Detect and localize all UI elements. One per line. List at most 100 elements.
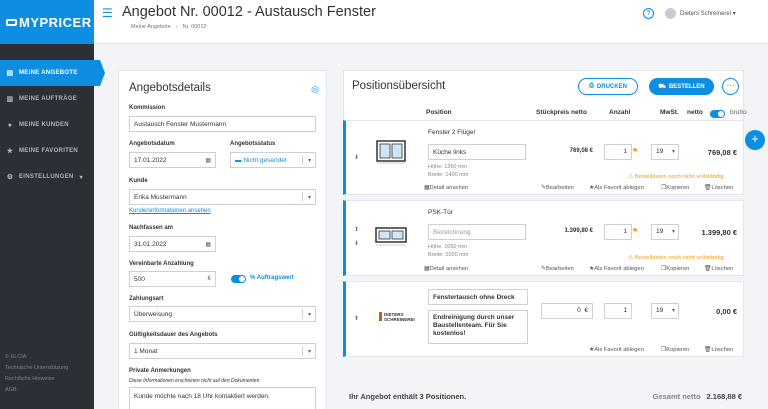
anzahlung-label: Vereinbarte Anzahlung	[129, 261, 194, 267]
flag-icon: ⚑	[632, 228, 639, 235]
delete-label: Löschen	[711, 266, 734, 272]
sidebar-item-label: MEINE ANGEBOTE	[19, 70, 78, 76]
position-desc-input[interactable]: Endreinigung durch unser Baustellenteam.…	[428, 310, 528, 344]
order-label: BESTELLEN	[668, 83, 705, 90]
sidebar-item-auftraege[interactable]: ▥ MEINE AUFTRÄGE	[0, 86, 94, 112]
eye-off-icon[interactable]: ◎	[311, 84, 319, 95]
help-icon[interactable]: ?	[643, 8, 654, 19]
user-name: Dieters Schreinerei	[680, 11, 732, 17]
arrow-up-icon[interactable]: ⬆	[354, 226, 359, 233]
support-link[interactable]: Technische Unterstützung	[5, 363, 68, 374]
netto-brutto-toggle[interactable]	[710, 110, 725, 118]
copy-label: Kopieren	[666, 266, 690, 272]
favorite-label: Als Favorit ablegen	[594, 185, 644, 191]
copy-label: Kopieren	[666, 347, 690, 353]
position-vat-select[interactable]: 19 ▾	[651, 303, 679, 319]
position-height: Höhe: 1350 mm	[428, 164, 468, 170]
positions-title: Positionsübersicht	[352, 80, 446, 92]
incomplete-warning: ⚠ Bestelldaten noch nicht vollständig	[628, 174, 724, 180]
more-options-icon[interactable]: ···	[722, 78, 739, 95]
breadcrumb-angebote[interactable]: Meine Angebote	[131, 24, 171, 30]
chevron-down-icon: ▾	[671, 229, 675, 235]
kunde-info-link[interactable]: Kundeninformationen ansehen	[129, 208, 211, 214]
status-select[interactable]: ▬ Nicht gesendet ▾	[230, 152, 316, 168]
arrow-down-icon[interactable]: ⬇	[354, 240, 359, 247]
detail-link[interactable]: ▦ Detail ansehen	[424, 185, 468, 191]
calendar-icon[interactable]: ▦	[205, 157, 211, 164]
datum-input[interactable]: 17.01.2022 ▦	[129, 152, 216, 168]
print-button[interactable]: ⎙ DRUCKEN	[578, 78, 638, 95]
position-title-input[interactable]: Fenstertausch ohne Dreck	[428, 289, 528, 305]
favorite-link[interactable]: ★ Als Favorit ablegen	[589, 185, 644, 191]
calendar-icon[interactable]: ▦	[205, 241, 211, 248]
position-width: Breite: 2000 mm	[428, 252, 469, 258]
detail-label: Detail ansehen	[429, 266, 469, 272]
gueltig-select[interactable]: 1 Monat ▾	[129, 343, 316, 359]
arrow-up-icon[interactable]: ⬆	[354, 315, 359, 322]
legal-link[interactable]: Rechtliche Hinweise	[5, 374, 68, 385]
arrow-down-icon[interactable]: ⬇	[354, 154, 359, 161]
position-name: Fenstertausch ohne Dreck	[433, 293, 515, 301]
topbar: ☰ Angebot Nr. 00012 - Austausch Fenster …	[94, 0, 768, 44]
anmerkungen-note: Diese Informationen erscheinen nicht auf…	[129, 378, 260, 384]
auftragswert-toggle[interactable]	[231, 275, 246, 283]
warning-icon: ⚠	[628, 174, 635, 180]
position-vat-select[interactable]: 19 ▾	[651, 224, 679, 240]
copy-link[interactable]: ❐ Kopieren	[661, 266, 689, 272]
currency-unit: €	[584, 307, 588, 314]
company-logo-mark	[379, 312, 382, 321]
user-icon: ●	[7, 121, 13, 129]
favorite-label: Als Favorit ablegen	[594, 347, 644, 353]
order-button[interactable]: ⛟ BESTELLEN	[649, 78, 714, 95]
position-row: ⬆ DIETERS SCHREINEREI Fenstertausch ohne…	[343, 281, 744, 357]
avatar[interactable]	[665, 8, 676, 19]
nachfassen-input[interactable]: 31.01.2022 ▦	[129, 236, 216, 252]
col-qty: Anzahl	[609, 109, 631, 116]
status-label: Angebotsstatus	[230, 141, 276, 147]
copy-link[interactable]: ❐ Kopieren	[661, 347, 689, 353]
position-total: 1.399,80 €	[701, 228, 737, 237]
anzahlung-input[interactable]: 500 €	[129, 271, 216, 287]
window-thumbnail	[376, 140, 406, 164]
kommission-input[interactable]: Austausch Fenster Mustermann	[129, 116, 316, 132]
sidebar-item-angebote[interactable]: ▤ MEINE ANGEBOTE	[0, 60, 105, 86]
sidebar-item-label: MEINE KUNDEN	[19, 122, 69, 128]
delete-link[interactable]: 🗑 Löschen	[704, 185, 733, 191]
agb-link[interactable]: AGB	[5, 385, 68, 396]
sidebar-item-favoriten[interactable]: ★ MEINE FAVORITEN	[0, 138, 94, 164]
sidebar-item-label: EINSTELLUNGEN	[19, 174, 74, 180]
zahlungsart-select[interactable]: Überweisung ▾	[129, 306, 316, 322]
anmerkungen-value: Kunde möchte nach 18 Uhr kontaktiert wer…	[134, 393, 270, 400]
detail-link[interactable]: ▦ Detail ansehen	[424, 266, 468, 272]
kommission-label: Kommission	[129, 105, 166, 111]
position-price-input[interactable]: 0 €	[541, 303, 593, 319]
position-qty-input[interactable]: 1	[604, 303, 632, 319]
kunde-value: Erika Mustermann	[134, 193, 187, 201]
anmerkungen-textarea[interactable]: Kunde möchte nach 18 Uhr kontaktiert wer…	[129, 387, 316, 409]
delete-link[interactable]: 🗑 Löschen	[704, 266, 733, 272]
brutto-label: brutto	[730, 109, 747, 116]
copy-link[interactable]: ❐ Kopieren	[661, 185, 689, 191]
edit-link[interactable]: ✎ Bearbeiten	[541, 185, 574, 191]
add-position-button[interactable]: +	[745, 130, 765, 150]
kunde-select[interactable]: Erika Mustermann ▾	[129, 189, 316, 205]
position-label-input[interactable]: Küche links	[428, 144, 526, 160]
favorite-link[interactable]: ★ Als Favorit ablegen	[589, 347, 644, 353]
position-label-input[interactable]: Bezeichnung	[428, 224, 526, 240]
breadcrumb-separator: ›	[175, 24, 178, 30]
user-menu[interactable]: Dieters Schreinerei ▾	[680, 10, 736, 17]
position-qty-input[interactable]: 1	[604, 224, 632, 240]
position-qty-input[interactable]: 1	[604, 144, 632, 160]
edit-link[interactable]: ✎ Bearbeiten	[541, 266, 574, 272]
sidebar-item-kunden[interactable]: ● MEINE KUNDEN	[0, 112, 94, 138]
sidebar-item-label: MEINE FAVORITEN	[19, 148, 79, 154]
favorite-link[interactable]: ★ Als Favorit ablegen	[589, 266, 644, 272]
document-icon: ▤	[6, 70, 14, 77]
status-value: Nicht gesendet	[243, 156, 287, 164]
hamburger-icon[interactable]: ☰	[102, 6, 113, 20]
delete-link[interactable]: 🗑 Löschen	[704, 347, 733, 353]
position-vat-select[interactable]: 19 ▾	[651, 144, 679, 160]
app-logo[interactable]: MYPRICER	[0, 0, 94, 44]
warning-text: Bestelldaten noch nicht vollständig	[634, 174, 724, 180]
sidebar-item-einstellungen[interactable]: ⚙ EINSTELLUNGEN ▾	[0, 164, 94, 190]
